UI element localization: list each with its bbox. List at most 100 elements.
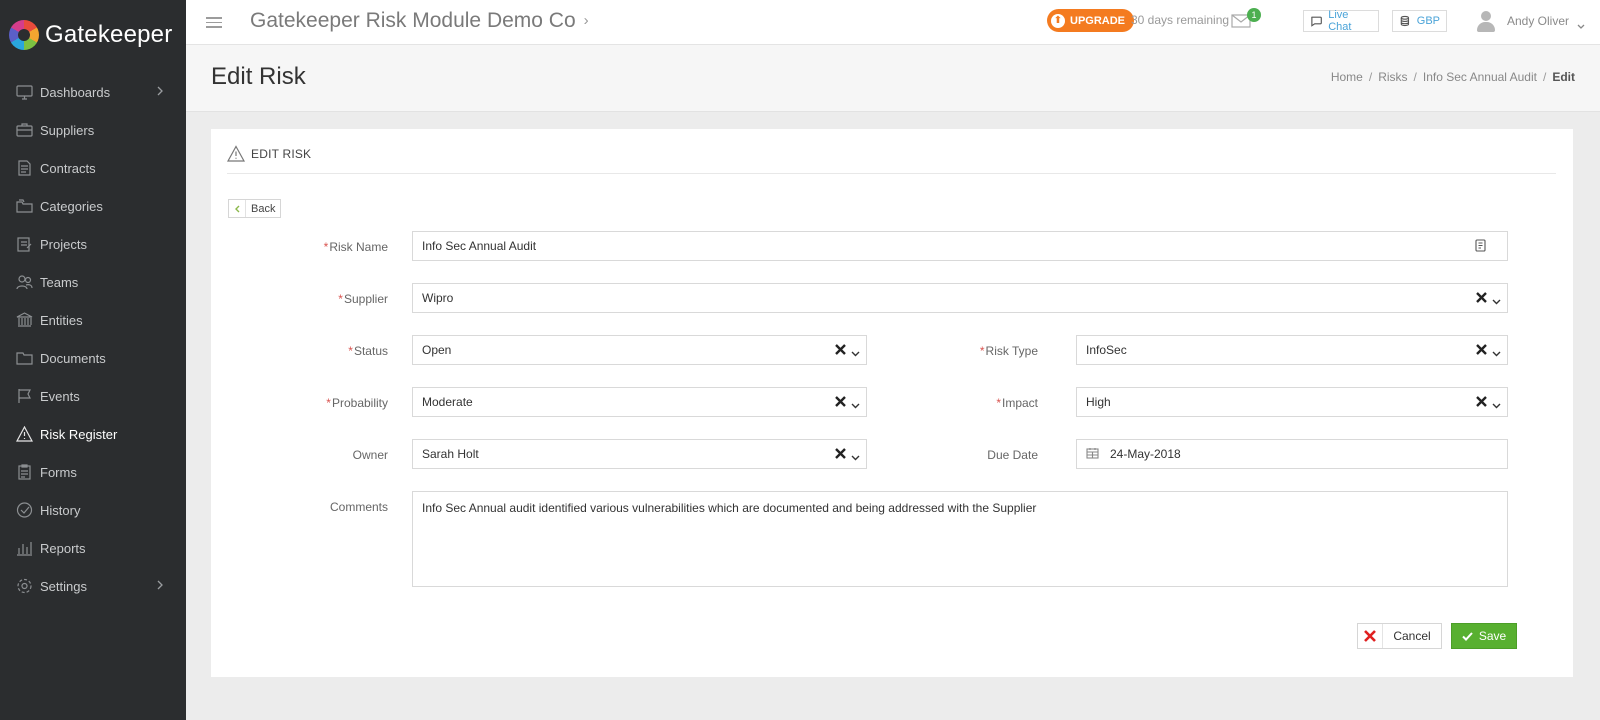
risk-type-select[interactable]: InfoSec bbox=[1076, 335, 1508, 365]
card-header: EDIT RISK bbox=[227, 145, 1556, 174]
status-select[interactable]: Open bbox=[412, 335, 867, 365]
messages-button[interactable]: 1 bbox=[1231, 8, 1261, 31]
calendar-icon[interactable] bbox=[1086, 447, 1100, 461]
sidebar-item-teams[interactable]: Teams bbox=[0, 263, 186, 301]
impact-label: *Impact bbox=[996, 396, 1038, 410]
company-name: Gatekeeper Risk Module Demo Co bbox=[250, 9, 576, 32]
live-chat-label: Live Chat bbox=[1328, 9, 1352, 33]
sidebar-item-dashboards[interactable]: Dashboards bbox=[0, 73, 186, 111]
probability-select[interactable]: Moderate bbox=[412, 387, 867, 417]
probability-value: Moderate bbox=[422, 395, 473, 409]
chat-bubble-icon bbox=[1311, 16, 1322, 27]
sidebar-item-entities[interactable]: Entities bbox=[0, 301, 186, 339]
sidebar-item-risk-register[interactable]: Risk Register bbox=[0, 415, 186, 453]
app-name: Gatekeeper bbox=[45, 21, 173, 48]
upgrade-label: UPGRADE bbox=[1070, 14, 1126, 27]
chevron-right-icon bbox=[154, 579, 166, 591]
monitor-icon bbox=[15, 84, 33, 100]
user-name: Andy Oliver bbox=[1507, 14, 1570, 28]
sidebar-item-documents[interactable]: Documents bbox=[0, 339, 186, 377]
clear-icon[interactable] bbox=[1476, 396, 1488, 408]
sidebar-item-label: Contracts bbox=[40, 160, 96, 176]
breadcrumb: Home / Risks / Info Sec Annual Audit / Edit bbox=[1330, 70, 1575, 84]
form-detail-icon[interactable] bbox=[1475, 239, 1487, 253]
trial-days-remaining: 30 days remaining bbox=[1131, 13, 1230, 27]
sidebar-item-label: Teams bbox=[40, 274, 79, 290]
currency-selector[interactable]: GBP bbox=[1392, 10, 1447, 32]
breadcrumb-risk[interactable]: Info Sec Annual Audit bbox=[1423, 70, 1537, 84]
chevron-down-icon[interactable] bbox=[851, 346, 861, 357]
impact-select[interactable]: High bbox=[1076, 387, 1508, 417]
edit-risk-card: EDIT RISK Back *Risk Name Info Sec Annua… bbox=[211, 129, 1573, 677]
supplier-label: *Supplier bbox=[338, 292, 388, 306]
comments-textarea[interactable]: Info Sec Annual audit identified various… bbox=[412, 491, 1508, 587]
owner-select[interactable]: Sarah Holt bbox=[412, 439, 867, 469]
flag-icon bbox=[15, 388, 33, 404]
chevron-down-icon[interactable] bbox=[851, 398, 861, 409]
live-chat-button[interactable]: Live Chat bbox=[1303, 9, 1379, 33]
sidebar-item-label: Categories bbox=[40, 198, 103, 214]
clock-icon bbox=[15, 502, 33, 518]
sidebar-item-label: Events bbox=[40, 388, 80, 404]
risk-name-label: *Risk Name bbox=[323, 240, 388, 254]
sidebar-item-label: Entities bbox=[40, 312, 83, 328]
due-date-value: 24-May-2018 bbox=[1110, 447, 1181, 461]
chevron-down-icon[interactable] bbox=[1492, 346, 1502, 357]
chevron-down-icon[interactable] bbox=[851, 450, 861, 461]
currency-label: GBP bbox=[1416, 15, 1440, 27]
sidebar-item-label: Suppliers bbox=[40, 122, 95, 138]
clear-icon[interactable] bbox=[835, 448, 847, 460]
comments-label: Comments bbox=[329, 500, 388, 514]
supplier-select[interactable]: Wipro bbox=[412, 283, 1508, 313]
check-icon bbox=[1462, 631, 1473, 641]
clear-icon[interactable] bbox=[1476, 344, 1488, 356]
back-button[interactable]: Back bbox=[228, 199, 282, 218]
chevron-down-icon[interactable] bbox=[1492, 294, 1502, 305]
sidebar-item-forms[interactable]: Forms bbox=[0, 453, 186, 491]
bank-icon bbox=[15, 312, 33, 328]
menu-toggle-icon[interactable] bbox=[206, 14, 222, 28]
sidebar-item-projects[interactable]: Projects bbox=[0, 225, 186, 263]
clear-icon[interactable] bbox=[835, 396, 847, 408]
clipboard-icon bbox=[15, 236, 33, 252]
risk-name-value: Info Sec Annual Audit bbox=[422, 239, 537, 253]
folders-icon bbox=[15, 198, 33, 214]
company-switcher[interactable]: Gatekeeper Risk Module Demo Co › bbox=[250, 9, 589, 33]
topbar: Gatekeeper Risk Module Demo Co › ⬆ UPGRAD… bbox=[186, 0, 1600, 45]
sidebar-item-suppliers[interactable]: Suppliers bbox=[0, 111, 186, 149]
avatar bbox=[1475, 9, 1497, 33]
sidebar-item-history[interactable]: History bbox=[0, 491, 186, 529]
sidebar-nav: Dashboards Suppliers Contracts Categorie… bbox=[0, 73, 186, 605]
clear-icon[interactable] bbox=[835, 344, 847, 356]
sidebar-item-contracts[interactable]: Contracts bbox=[0, 149, 186, 187]
briefcase-icon bbox=[15, 122, 33, 138]
owner-value: Sarah Holt bbox=[422, 447, 479, 461]
app-logo[interactable]: Gatekeeper bbox=[0, 0, 186, 70]
sidebar-item-label: Forms bbox=[40, 464, 77, 480]
section-title: EDIT RISK bbox=[251, 147, 312, 161]
sidebar-item-events[interactable]: Events bbox=[0, 377, 186, 415]
form-icon bbox=[15, 464, 33, 480]
breadcrumb-risks[interactable]: Risks bbox=[1378, 70, 1407, 84]
sidebar-item-settings[interactable]: Settings bbox=[0, 567, 186, 605]
upgrade-button[interactable]: ⬆ UPGRADE bbox=[1047, 9, 1135, 32]
user-menu[interactable]: Andy Oliver bbox=[1475, 9, 1585, 33]
coins-icon bbox=[1400, 15, 1410, 27]
clear-icon[interactable] bbox=[1476, 292, 1488, 304]
cancel-label: Cancel bbox=[1393, 629, 1431, 643]
cancel-button[interactable]: Cancel bbox=[1357, 623, 1442, 649]
sidebar-item-label: Risk Register bbox=[40, 426, 118, 442]
gatekeeper-logo-icon bbox=[9, 20, 39, 50]
chevron-down-icon[interactable] bbox=[1492, 398, 1502, 409]
due-date-picker[interactable]: 24-May-2018 bbox=[1076, 439, 1508, 469]
probability-label: *Probability bbox=[326, 396, 388, 410]
save-button[interactable]: Save bbox=[1451, 623, 1517, 649]
close-icon bbox=[1358, 624, 1383, 648]
risk-name-input[interactable]: Info Sec Annual Audit bbox=[412, 231, 1508, 261]
sidebar-item-categories[interactable]: Categories bbox=[0, 187, 186, 225]
sidebar-item-reports[interactable]: Reports bbox=[0, 529, 186, 567]
warning-icon bbox=[15, 426, 33, 442]
breadcrumb-home[interactable]: Home bbox=[1331, 70, 1363, 84]
breadcrumb-current: Edit bbox=[1552, 70, 1575, 84]
sidebar: Gatekeeper Dashboards Suppliers Contract… bbox=[0, 0, 186, 720]
